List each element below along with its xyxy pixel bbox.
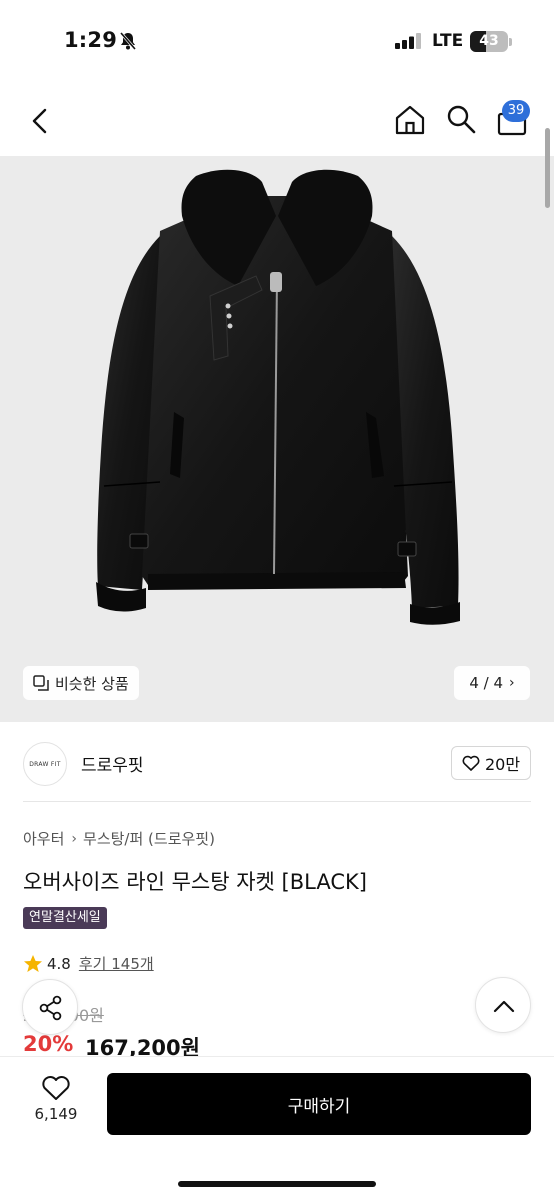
status-time: 1:29 — [64, 28, 118, 52]
top-nav — [0, 86, 554, 156]
breadcrumb-level1[interactable]: 아우터 — [23, 828, 64, 849]
heart-icon — [42, 1076, 70, 1100]
chevron-right-icon: › — [509, 675, 515, 691]
divider — [23, 801, 531, 802]
rating-score: 4.8 — [47, 954, 71, 973]
battery-level: 43 — [479, 33, 499, 49]
product-image-jacket — [96, 169, 460, 625]
wishlist-button[interactable]: 6,149 — [22, 1075, 90, 1135]
back-arrow-icon[interactable] — [26, 106, 56, 136]
rating-row: 4.8 후기 145개 — [23, 953, 154, 974]
brand-row: DRAW FIT 드로우핏 20만 — [0, 722, 554, 802]
home-icon[interactable] — [394, 104, 426, 136]
heart-icon — [462, 755, 480, 771]
sale-tag: 연말결산세일 — [23, 907, 107, 929]
home-indicator — [178, 1181, 376, 1187]
product-title: 오버사이즈 라인 무스탕 자켓 [BLACK] — [23, 870, 367, 894]
signal-icon — [395, 33, 421, 49]
chevron-right-icon: › — [71, 830, 78, 847]
brand-like-count: 20만 — [484, 755, 521, 774]
product-image-gallery[interactable] — [0, 156, 554, 722]
status-bar: 1:29 LTE 43 — [0, 0, 554, 86]
battery-cap — [509, 38, 512, 46]
scroll-to-top-button[interactable] — [475, 977, 531, 1033]
similar-products-label: 비슷한 상품 — [55, 674, 129, 693]
star-icon — [24, 954, 42, 972]
brand-logo[interactable]: DRAW FIT — [23, 742, 67, 786]
similar-products-button[interactable]: 비슷한 상품 — [23, 666, 139, 700]
copy-icon — [33, 675, 49, 691]
image-counter-button[interactable]: 4 / 4 › — [454, 666, 530, 700]
breadcrumb-level2[interactable]: 무스탕/퍼 (드로우핏) — [83, 828, 215, 849]
search-icon[interactable] — [446, 104, 476, 134]
wishlist-count: 6,149 — [34, 1105, 78, 1123]
bell-muted-icon — [119, 32, 137, 50]
chevron-up-icon — [493, 1000, 515, 1013]
share-button[interactable] — [22, 979, 78, 1035]
brand-name[interactable]: 드로우핏 — [81, 751, 144, 776]
review-count-link[interactable]: 후기 145개 — [79, 953, 154, 974]
buy-button[interactable]: 구매하기 — [107, 1073, 531, 1135]
brand-like-button[interactable]: 20만 — [451, 746, 531, 780]
share-icon — [39, 995, 62, 1021]
image-counter: 4 / 4 — [469, 674, 504, 692]
network-type: LTE — [432, 31, 464, 51]
breadcrumb: 아우터 › 무스탕/퍼 (드로우핏) — [23, 828, 215, 849]
battery-icon: 43 — [470, 31, 508, 52]
cart-count-badge: 39 — [502, 100, 530, 122]
scrollbar[interactable] — [545, 128, 550, 208]
discount-rate: 20% — [23, 1032, 74, 1056]
